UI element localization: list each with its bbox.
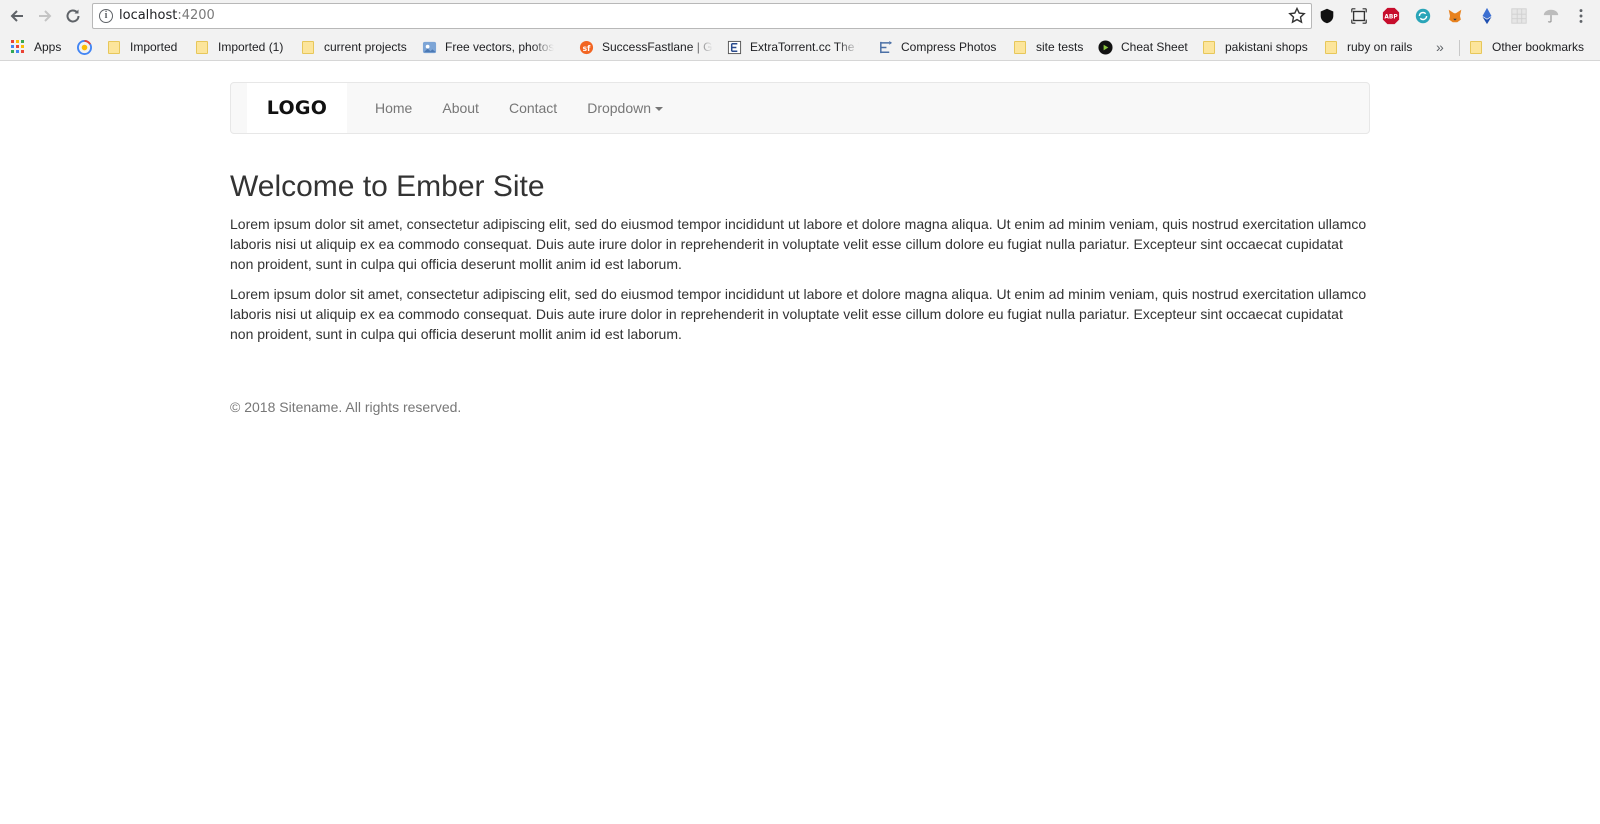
bookmark-label: Cheat Sheet bbox=[1121, 40, 1188, 54]
reload-button[interactable] bbox=[61, 4, 85, 28]
chrome-webstore-icon bbox=[76, 39, 92, 55]
bookmark-apps[interactable]: Apps bbox=[10, 39, 61, 55]
bookmarks-divider bbox=[1459, 40, 1460, 56]
bookmark-label: Free vectors, photos bbox=[445, 40, 555, 54]
bookmark-cheat-sheet[interactable]: Cheat Sheet bbox=[1097, 39, 1188, 55]
apps-grid-icon bbox=[10, 39, 26, 55]
bookmark-extratorrent[interactable]: ExtraTorrent.cc The W bbox=[726, 39, 859, 55]
reload-icon bbox=[66, 9, 80, 23]
footer-copyright: © 2018 Sitename. All rights reserved. bbox=[230, 399, 462, 415]
grid-extension-icon[interactable] bbox=[1509, 6, 1529, 26]
url-host: localhost bbox=[119, 8, 178, 23]
bookmark-label: Apps bbox=[34, 40, 62, 54]
nav-dropdown-label: Dropdown bbox=[587, 100, 652, 116]
forward-button[interactable] bbox=[33, 4, 57, 28]
back-button[interactable] bbox=[5, 4, 29, 28]
url-text[interactable]: localhost:4200 bbox=[119, 8, 215, 23]
body-paragraph: Lorem ipsum dolor sit amet, consectetur … bbox=[230, 216, 1367, 272]
bookmark-label: Imported bbox=[130, 40, 178, 54]
folder-icon bbox=[300, 39, 316, 55]
bookmarks-overflow-button[interactable]: » bbox=[1436, 39, 1444, 55]
adblock-icon[interactable]: ABP bbox=[1381, 6, 1401, 26]
bookmark-label: Other bookmarks bbox=[1492, 40, 1585, 54]
extratorrent-icon bbox=[726, 39, 742, 55]
bookmark-label: ruby on rails bbox=[1347, 40, 1413, 54]
bookmark-imported-1[interactable]: Imported (1) bbox=[194, 39, 283, 55]
caret-down-icon bbox=[655, 107, 664, 112]
bookmark-label: SuccessFastlane | Ge bbox=[602, 40, 713, 54]
cheatsheet-icon bbox=[1097, 39, 1113, 55]
nav-contact-link[interactable]: Contact bbox=[494, 83, 572, 133]
folder-icon bbox=[1201, 39, 1217, 55]
more-vert-icon[interactable] bbox=[1571, 6, 1591, 26]
page-title: Welcome to Ember Site bbox=[230, 170, 545, 203]
ethereum-icon[interactable] bbox=[1477, 6, 1497, 26]
nav-links: Home About Contact Dropdown bbox=[360, 83, 678, 133]
shield-icon[interactable] bbox=[1317, 6, 1337, 26]
screenshot-icon[interactable] bbox=[1349, 6, 1369, 26]
bookmark-successfastlane[interactable]: sf SuccessFastlane | Ge bbox=[578, 39, 713, 55]
folder-icon bbox=[106, 39, 122, 55]
nav-about-link[interactable]: About bbox=[427, 83, 494, 133]
body-paragraph: Lorem ipsum dolor sit amet, consectetur … bbox=[230, 286, 1367, 342]
bookmark-label: Compress Photos bbox=[901, 40, 997, 54]
adblock-label: ABP bbox=[1384, 15, 1398, 21]
main-content: Welcome to Ember Site Lorem ipsum dolor … bbox=[230, 170, 1370, 354]
site-logo[interactable]: LOGO bbox=[247, 83, 347, 133]
bookmark-imported[interactable]: Imported bbox=[106, 39, 177, 55]
bookmark-free-vectors[interactable]: Free vectors, photos bbox=[421, 39, 563, 55]
bookmarks-bar: Apps Imported Imported (1) current proje… bbox=[0, 33, 1600, 61]
bookmark-label: site tests bbox=[1036, 40, 1084, 54]
bookmark-star-icon[interactable] bbox=[1287, 6, 1307, 26]
address-bar[interactable]: i localhost:4200 bbox=[92, 3, 1312, 29]
successfastlane-icon: sf bbox=[578, 39, 594, 55]
folder-icon bbox=[194, 39, 210, 55]
bookmark-label: ExtraTorrent.cc The W bbox=[750, 40, 859, 54]
browser-toolbar: i localhost:4200 ABP bbox=[0, 0, 1600, 33]
folder-icon bbox=[1012, 39, 1028, 55]
info-icon[interactable]: i bbox=[99, 9, 113, 23]
nav-dropdown-toggle[interactable]: Dropdown bbox=[572, 83, 678, 133]
compress-icon bbox=[877, 39, 893, 55]
url-port: :4200 bbox=[177, 8, 215, 23]
folder-icon bbox=[1323, 39, 1339, 55]
bookmark-label: Imported (1) bbox=[218, 40, 284, 54]
svg-text:sf: sf bbox=[582, 43, 590, 52]
freepik-icon bbox=[421, 39, 437, 55]
bookmark-chrome-webstore[interactable] bbox=[76, 39, 100, 55]
bookmark-site-tests[interactable]: site tests bbox=[1012, 39, 1083, 55]
refresh-circle-icon[interactable] bbox=[1413, 6, 1433, 26]
bookmark-pakistani-shops[interactable]: pakistani shops bbox=[1201, 39, 1308, 55]
bookmark-label: current projects bbox=[324, 40, 407, 54]
bookmark-ruby-on-rails[interactable]: ruby on rails bbox=[1323, 39, 1412, 55]
bookmark-current-projects[interactable]: current projects bbox=[300, 39, 407, 55]
arrow-right-icon bbox=[39, 10, 52, 22]
arrow-left-icon bbox=[10, 10, 23, 22]
site-navbar: LOGO Home About Contact Dropdown bbox=[230, 82, 1370, 134]
metamask-fox-icon[interactable] bbox=[1445, 6, 1465, 26]
folder-icon bbox=[1468, 39, 1484, 55]
overflow-chevron-icon: » bbox=[1436, 39, 1444, 55]
bookmark-other-bookmarks[interactable]: Other bookmarks bbox=[1468, 39, 1584, 55]
bookmark-label: pakistani shops bbox=[1225, 40, 1308, 54]
umbrella-icon[interactable] bbox=[1541, 6, 1561, 26]
bookmark-compress-photos[interactable]: Compress Photos bbox=[877, 39, 996, 55]
nav-home-link[interactable]: Home bbox=[360, 83, 427, 133]
